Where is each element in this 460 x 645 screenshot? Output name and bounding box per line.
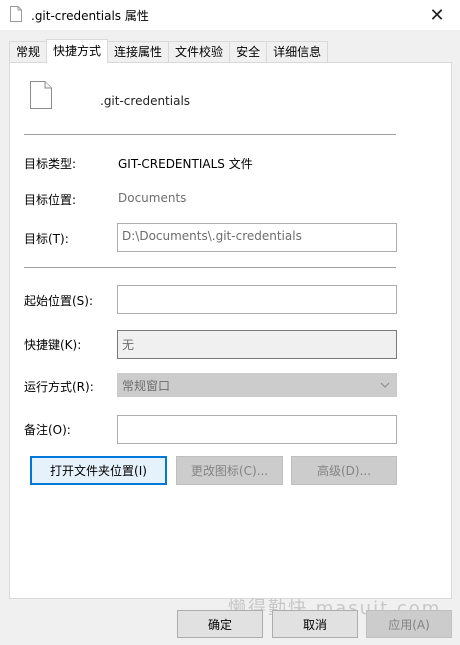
apply-button[interactable]: 应用(A) xyxy=(366,610,452,638)
title-bar: .git-credentials 属性 ✕ xyxy=(0,0,460,30)
shortcut-panel: .git-credentials 目标类型: GIT-CREDENTIALS 文… xyxy=(9,62,452,599)
tab-file-checksum[interactable]: 文件校验 xyxy=(168,41,231,63)
comment-input[interactable] xyxy=(117,415,397,444)
close-button[interactable]: ✕ xyxy=(414,0,460,30)
start-in-label: 起始位置(S): xyxy=(24,294,94,308)
run-select[interactable]: 常规窗口 xyxy=(117,373,397,397)
document-icon xyxy=(30,81,52,109)
open-file-location-button[interactable]: 打开文件夹位置(I) xyxy=(30,456,167,485)
run-label: 运行方式(R): xyxy=(24,380,94,394)
file-name: .git-credentials xyxy=(100,94,191,108)
tab-general[interactable]: 常规 xyxy=(9,41,48,63)
target-label: 目标(T): xyxy=(24,232,69,246)
document-icon xyxy=(10,6,22,22)
tab-shortcut[interactable]: 快捷方式 xyxy=(46,39,109,63)
chevron-down-icon xyxy=(380,382,390,388)
tab-bar: 常规 快捷方式 连接属性 文件校验 安全 详细信息 xyxy=(9,39,329,63)
advanced-button[interactable]: 高级(D)... xyxy=(291,456,397,485)
tab-connection-properties[interactable]: 连接属性 xyxy=(107,41,170,63)
comment-label: 备注(O): xyxy=(24,423,71,437)
shortcut-key-input[interactable]: 无 xyxy=(117,330,397,359)
target-location-value: Documents xyxy=(118,191,187,205)
close-icon: ✕ xyxy=(429,4,445,26)
shortcut-key-label: 快捷键(K): xyxy=(24,338,82,352)
tab-details[interactable]: 详细信息 xyxy=(266,41,329,63)
start-in-input[interactable] xyxy=(117,285,397,314)
change-icon-button[interactable]: 更改图标(C)... xyxy=(176,456,283,485)
divider xyxy=(24,267,396,268)
ok-button[interactable]: 确定 xyxy=(177,610,263,638)
cancel-button[interactable]: 取消 xyxy=(272,610,358,638)
run-select-value: 常规窗口 xyxy=(122,379,171,393)
target-type-label: 目标类型: xyxy=(24,157,77,171)
tab-security[interactable]: 安全 xyxy=(229,41,268,63)
divider xyxy=(24,134,396,135)
target-location-label: 目标位置: xyxy=(24,193,77,207)
target-type-value: GIT-CREDENTIALS 文件 xyxy=(118,157,253,171)
target-input[interactable]: D:\Documents\.git-credentials xyxy=(117,223,397,252)
window-title: .git-credentials 属性 xyxy=(31,9,149,23)
